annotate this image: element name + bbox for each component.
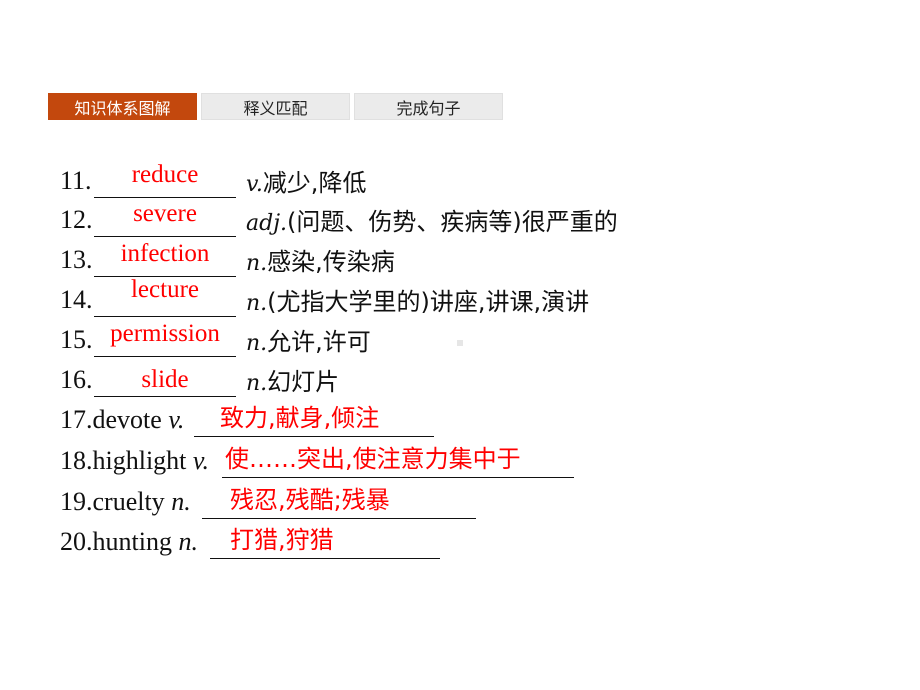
- answer-text: 致力,献身,倾注: [220, 404, 380, 432]
- tab-bar: 知识体系图解 释义匹配 完成句子: [48, 93, 503, 120]
- answer-blank: infection: [94, 240, 236, 277]
- definition-text: 允许,许可: [267, 328, 371, 356]
- answer-text: reduce: [131, 161, 199, 188]
- definition-text: 减少,降低: [262, 169, 367, 197]
- answer-blank: permission: [94, 320, 236, 357]
- tab-meaning-match[interactable]: 释义匹配: [201, 93, 350, 120]
- answer-text: infection: [120, 240, 210, 267]
- definition-text: (尤指大学里的)讲座,讲课,演讲: [267, 288, 590, 316]
- part-of-speech: n.: [246, 291, 268, 316]
- item-number: 11.: [60, 166, 92, 195]
- definition-text: 感染,传染病: [267, 248, 395, 276]
- part-of-speech: n.: [246, 331, 268, 356]
- answer-text: permission: [110, 320, 220, 347]
- definition: n.幻灯片: [246, 362, 339, 397]
- definition-text: 幻灯片: [267, 368, 340, 396]
- item-number: 12.: [60, 205, 93, 234]
- answer-blank: reduce: [94, 161, 236, 198]
- part-of-speech: adj.: [246, 211, 288, 236]
- item-word: 20.hunting n.: [60, 527, 198, 556]
- answer-text: slide: [141, 366, 189, 393]
- answer-blank: slide: [94, 360, 236, 397]
- part-of-speech: n.: [246, 251, 268, 276]
- answer-text: lecture: [130, 276, 199, 303]
- answer-text: 打猎,狩猎: [230, 526, 334, 554]
- definition: n.允许,许可: [246, 322, 371, 357]
- item-number: 15.: [60, 325, 93, 354]
- answer-blank: lecture: [94, 276, 236, 317]
- item-word: 18.highlight v.: [60, 446, 210, 475]
- answer-text: severe: [133, 200, 197, 227]
- definition: adj.(问题、伤势、疾病等)很严重的: [246, 202, 618, 237]
- tab-complete-sentences[interactable]: 完成句子: [354, 93, 503, 120]
- item-number: 14.: [60, 285, 93, 314]
- answer-text: 使……突出,使注意力集中于: [225, 445, 521, 473]
- item-number: 16.: [60, 365, 93, 394]
- definition: v.减少,降低: [246, 163, 366, 198]
- definition: n.(尤指大学里的)讲座,讲课,演讲: [246, 282, 589, 317]
- definition: n.感染,传染病: [246, 242, 395, 277]
- definition-text: (问题、伤势、疾病等)很严重的: [287, 208, 618, 236]
- decorative-dot: [457, 340, 463, 346]
- tab-knowledge-diagram[interactable]: 知识体系图解: [48, 93, 197, 120]
- answer-blank: severe: [94, 200, 236, 237]
- item-number: 13.: [60, 245, 93, 274]
- answer-text: 残忍,残酷;残暴: [230, 486, 390, 514]
- item-word: 19.cruelty n.: [60, 487, 191, 516]
- item-word: 17.devote v.: [60, 405, 185, 434]
- part-of-speech: n.: [246, 371, 268, 396]
- part-of-speech: v.: [246, 172, 263, 197]
